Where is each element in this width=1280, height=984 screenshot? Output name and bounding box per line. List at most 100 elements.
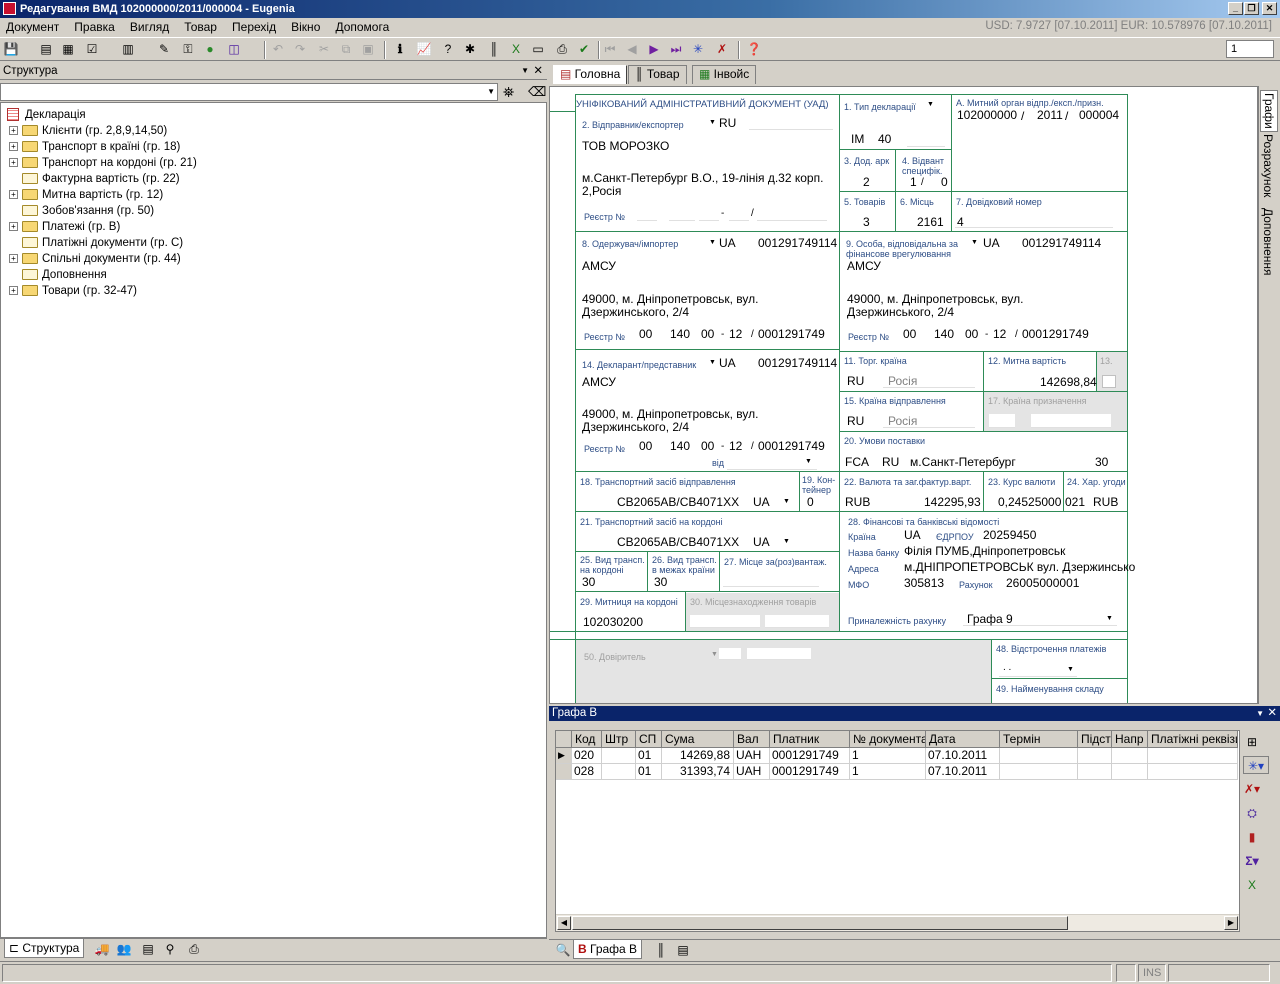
g8-name[interactable]: АМСУ <box>582 259 616 273</box>
g14-date[interactable] <box>727 456 817 470</box>
g18-val[interactable]: СВ2065АВ/СВ4071ХХ <box>617 495 739 509</box>
g3-val[interactable]: 2 <box>863 175 870 189</box>
g28-mfo[interactable]: 305813 <box>904 576 944 590</box>
table-cell[interactable] <box>602 748 636 764</box>
g13-field[interactable] <box>1102 375 1116 388</box>
g28-bank[interactable]: Філія ПУМБ,Дніпропетровськ <box>904 544 1065 558</box>
gA-1[interactable]: 102000000 <box>957 108 1017 122</box>
table-cell[interactable]: 020 <box>572 748 602 764</box>
next-icon[interactable]: ▶ <box>646 41 662 57</box>
table-cell[interactable] <box>1078 764 1112 780</box>
menu-window[interactable]: Вікно <box>285 20 326 34</box>
g12-val[interactable]: 142698,84 <box>1040 375 1097 389</box>
g2-country[interactable]: RU <box>719 116 736 130</box>
column-header[interactable]: Дата <box>926 731 1000 748</box>
g9-addr1[interactable]: 49000, м. Дніпропетровськ, вул. <box>847 292 1023 306</box>
g8-country[interactable]: UA <box>719 236 736 250</box>
g4-val2[interactable]: 0 <box>941 175 948 189</box>
g9-dropdown-icon[interactable]: ▼ <box>971 238 978 248</box>
last-icon[interactable]: ⏭ <box>668 41 684 57</box>
table-cell[interactable]: 01 <box>636 764 662 780</box>
expand-icon[interactable]: + <box>9 142 18 152</box>
undo-icon[interactable]: ↶ <box>270 41 286 57</box>
approve-icon[interactable]: ✔ <box>576 41 592 57</box>
book-icon[interactable]: ▮ <box>1243 828 1261 846</box>
tree-item[interactable]: Фактурна вартість (гр. 22) <box>9 171 180 187</box>
tree-item[interactable]: + Митна вартість (гр. 12) <box>9 187 163 203</box>
minimize-button[interactable]: _ <box>1228 2 1243 15</box>
scroll-right-icon[interactable]: ▶ <box>1224 916 1238 930</box>
close-icon[interactable]: ✕ <box>1267 706 1277 721</box>
tab-main[interactable]: ▤ Головна <box>553 65 628 84</box>
table-cell[interactable]: 0001291749 <box>770 748 850 764</box>
table-cell[interactable]: 0001291749 <box>770 764 850 780</box>
g14-code[interactable]: 001291749114 <box>758 356 837 370</box>
table-cell[interactable] <box>1000 748 1078 764</box>
column-header[interactable]: Код <box>572 731 602 748</box>
tree-item[interactable]: + Клієнти (гр. 2,8,9,14,50) <box>9 123 167 139</box>
table-cell[interactable] <box>1078 748 1112 764</box>
star-icon[interactable]: ✱ <box>462 41 478 57</box>
table-cell[interactable]: 31393,74 <box>662 764 734 780</box>
grid-scrollbar[interactable]: ◀ ▶ <box>556 914 1239 931</box>
g8-code[interactable]: 001291749114 <box>758 236 837 250</box>
g14-date-dropdown-icon[interactable]: ▼ <box>805 457 812 467</box>
globe-icon[interactable]: ● <box>202 41 218 57</box>
g15-code[interactable]: RU <box>847 414 864 428</box>
g20-a[interactable]: FCA <box>845 455 869 469</box>
g29-val[interactable]: 102030200 <box>583 615 643 629</box>
structure-combo[interactable]: ▼ <box>0 83 498 101</box>
tab-invoice[interactable]: ▦ Інвойс <box>692 65 757 84</box>
g28-belong-dropdown-icon[interactable]: ▼ <box>1106 614 1113 624</box>
calc-icon[interactable]: ▥ <box>120 41 136 57</box>
expand-icon[interactable]: + <box>9 286 18 296</box>
g14-addr1[interactable]: 49000, м. Дніпропетровськ, вул. <box>582 407 758 421</box>
menu-navigate[interactable]: Перехід <box>226 20 282 34</box>
g2-code[interactable] <box>749 116 833 130</box>
copy-doc-icon[interactable]: ▤ <box>38 41 54 57</box>
menu-help[interactable]: Допомога <box>329 20 395 34</box>
tree-root[interactable]: Декларація <box>7 107 86 123</box>
g14-dropdown-icon[interactable]: ▼ <box>709 358 716 368</box>
table-cell[interactable]: 1 <box>850 748 926 764</box>
sign-icon[interactable]: ✎ <box>156 41 172 57</box>
row-indicator[interactable]: ▶ <box>556 748 572 764</box>
panel-menu-icon[interactable]: ▼ <box>521 64 529 78</box>
help-icon[interactable]: ❓ <box>746 41 762 57</box>
scroll-left-icon[interactable]: ◀ <box>557 916 571 930</box>
tree-item[interactable]: Зобов'язання (гр. 50) <box>9 203 154 219</box>
cut-icon[interactable]: ✂ <box>316 41 332 57</box>
g14-name[interactable]: АМСУ <box>582 375 616 389</box>
row-indicator[interactable] <box>556 764 572 780</box>
menu-view[interactable]: Вигляд <box>124 20 175 34</box>
table-cell[interactable] <box>1112 764 1148 780</box>
excel-icon[interactable]: X <box>508 41 524 57</box>
tree-item[interactable]: + Товари (гр. 32-47) <box>9 283 137 299</box>
expand-icon[interactable]: + <box>9 126 18 136</box>
g5-val[interactable]: 3 <box>863 215 870 229</box>
g1-c[interactable] <box>907 132 945 147</box>
tree-item[interactable]: Доповнення <box>9 267 107 283</box>
g8-addr1[interactable]: 49000, м. Дніпропетровськ, вул. <box>582 292 758 306</box>
table-cell[interactable]: 14269,88 <box>662 748 734 764</box>
side-tab-calculation[interactable]: Розрахунок <box>1260 134 1276 197</box>
prev-icon[interactable]: ◀ <box>624 41 640 57</box>
g22-val[interactable]: 142295,93 <box>924 495 981 509</box>
redo-icon[interactable]: ↷ <box>292 41 308 57</box>
g9-addr2[interactable]: Дзержинського, 2/4 <box>847 305 954 319</box>
expand-icon[interactable]: + <box>9 254 18 264</box>
doc-search-icon[interactable]: 🔍 <box>555 942 571 958</box>
g28-edrpou[interactable]: 20259450 <box>983 528 1036 542</box>
side-tab-grafy[interactable]: Графи <box>1260 90 1278 132</box>
copy-icon[interactable]: ⧉ <box>338 41 354 57</box>
gA-2[interactable]: 2011 <box>1037 108 1063 122</box>
tree-item[interactable]: + Транспорт на кордоні (гр. 21) <box>9 155 197 171</box>
tab-goods[interactable]: ║ Товар <box>628 65 687 84</box>
g24-b[interactable]: RUB <box>1093 495 1118 509</box>
users-icon[interactable]: ⛭ <box>1243 804 1261 822</box>
column-header[interactable]: Платник <box>770 731 850 748</box>
table-cell[interactable]: UAH <box>734 748 770 764</box>
first-icon[interactable]: ⏮ <box>602 41 618 57</box>
print-doc-icon[interactable]: ▦ <box>60 41 76 57</box>
g20-b[interactable]: RU <box>882 455 899 469</box>
